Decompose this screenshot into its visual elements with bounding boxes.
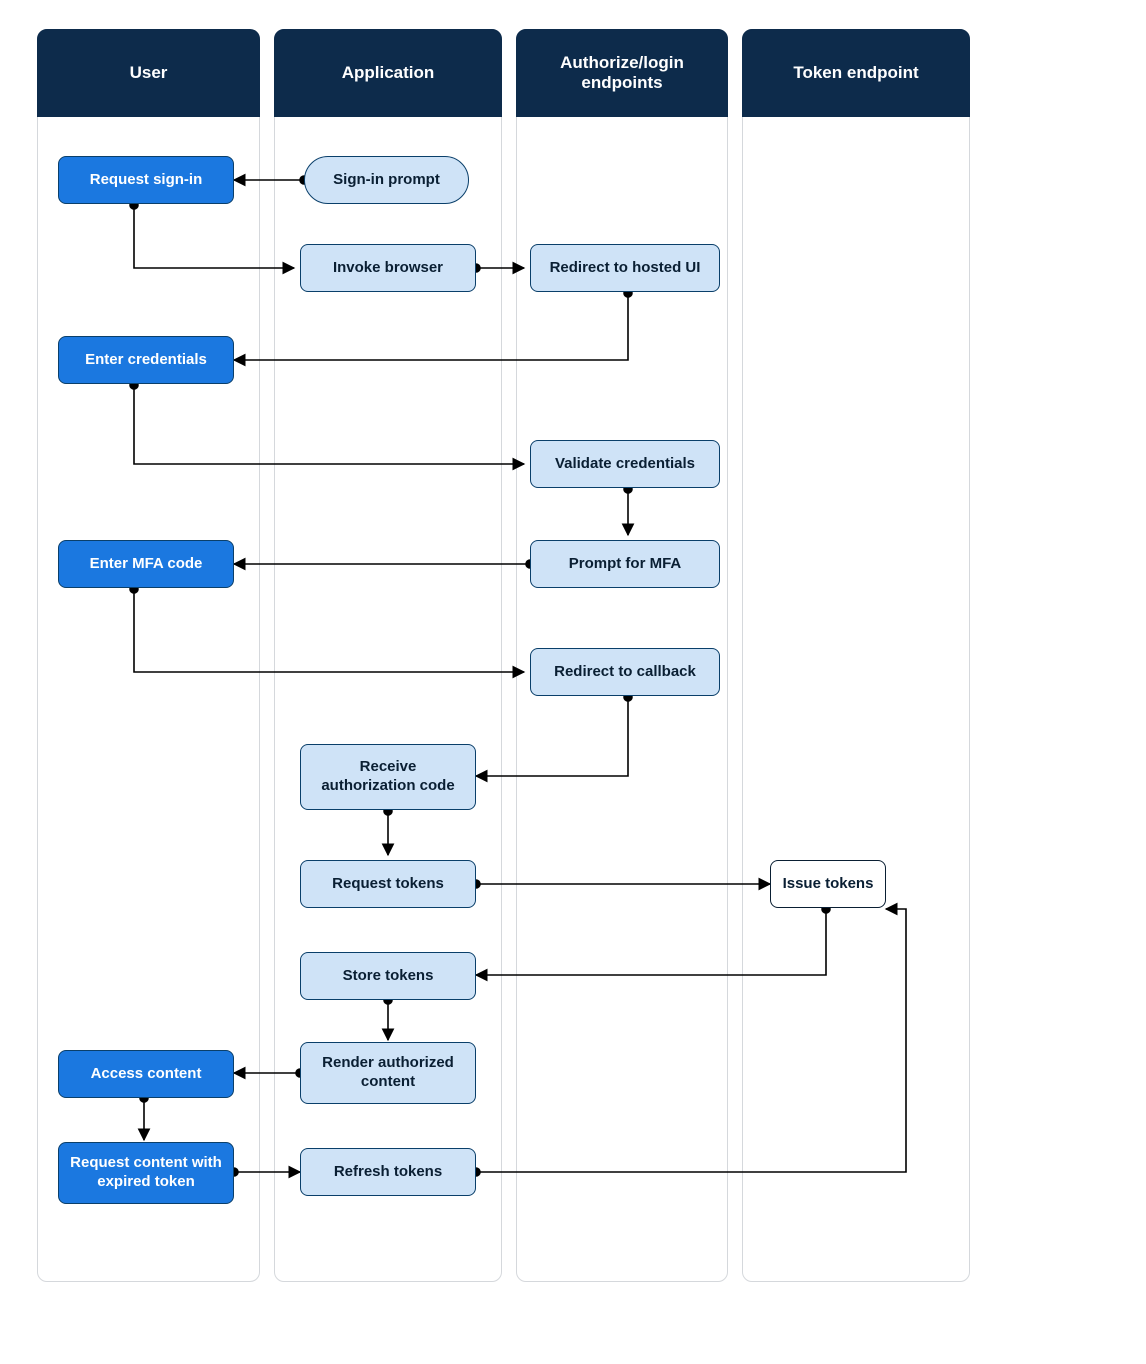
node-request-signin: Request sign-in — [58, 156, 234, 204]
node-label: Render authorized content — [311, 1054, 465, 1092]
node-request-expired: Request content with expired token — [58, 1142, 234, 1204]
node-redirect-callback: Redirect to callback — [530, 648, 720, 696]
node-refresh-tokens: Refresh tokens — [300, 1148, 476, 1196]
lane-head-user: User — [37, 29, 260, 117]
node-label: Enter MFA code — [90, 555, 203, 574]
node-enter-mfa: Enter MFA code — [58, 540, 234, 588]
lane-title-token: Token endpoint — [793, 63, 918, 83]
node-enter-credentials: Enter credentials — [58, 336, 234, 384]
node-receive-auth-code: Receive authorization code — [300, 744, 476, 810]
node-redirect-hosted: Redirect to hosted UI — [530, 244, 720, 292]
node-label: Enter credentials — [85, 351, 207, 370]
swimlane-diagram: User Application Authorize/login endpoin… — [0, 0, 1146, 1364]
node-access-content: Access content — [58, 1050, 234, 1098]
lane-title-user: User — [130, 63, 168, 83]
node-label: Request content with expired token — [69, 1154, 223, 1192]
node-label: Refresh tokens — [334, 1163, 442, 1182]
node-label: Access content — [91, 1065, 202, 1084]
node-validate-credentials: Validate credentials — [530, 440, 720, 488]
node-label: Request sign-in — [90, 171, 203, 190]
node-label: Redirect to hosted UI — [550, 259, 701, 278]
node-label: Redirect to callback — [554, 663, 696, 682]
node-prompt-mfa: Prompt for MFA — [530, 540, 720, 588]
node-label: Sign-in prompt — [333, 171, 440, 190]
lane-head-app: Application — [274, 29, 502, 117]
node-label: Issue tokens — [783, 875, 874, 894]
node-render-content: Render authorized content — [300, 1042, 476, 1104]
lane-title-authz: Authorize/login endpoints — [527, 53, 717, 93]
node-label: Request tokens — [332, 875, 444, 894]
node-label: Prompt for MFA — [569, 555, 682, 574]
node-label: Store tokens — [343, 967, 434, 986]
node-label: Invoke browser — [333, 259, 443, 278]
node-label: Validate credentials — [555, 455, 695, 474]
lane-head-authz: Authorize/login endpoints — [516, 29, 728, 117]
node-issue-tokens: Issue tokens — [770, 860, 886, 908]
node-store-tokens: Store tokens — [300, 952, 476, 1000]
node-signin-prompt: Sign-in prompt — [304, 156, 469, 204]
node-invoke-browser: Invoke browser — [300, 244, 476, 292]
lane-title-app: Application — [342, 63, 435, 83]
lane-token — [742, 29, 970, 1282]
node-request-tokens: Request tokens — [300, 860, 476, 908]
node-label: Receive authorization code — [311, 758, 465, 796]
lane-head-token: Token endpoint — [742, 29, 970, 117]
